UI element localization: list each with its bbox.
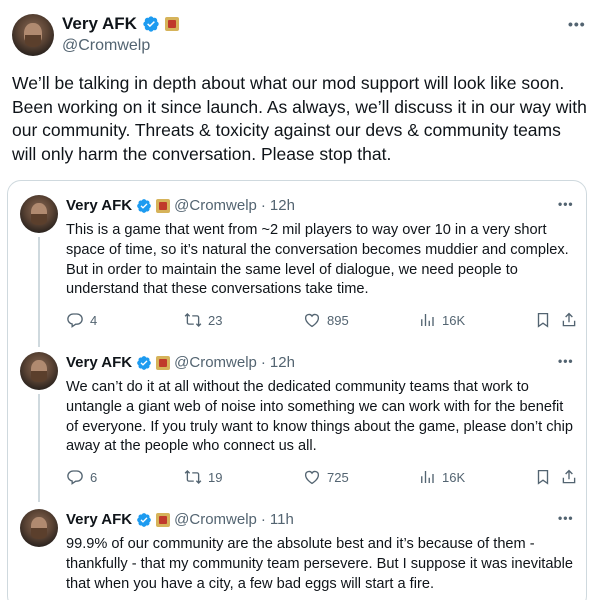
repost-count: 23	[208, 312, 223, 328]
author-name[interactable]: Very AFK	[66, 354, 132, 371]
tweet-text: This is a game that went from ~2 mil pla…	[66, 222, 569, 298]
reply-icon	[67, 313, 83, 328]
more-icon[interactable]: •••	[558, 511, 574, 525]
action-bar: 4 23 895 16K	[66, 311, 576, 331]
repost-count: 19	[208, 469, 223, 485]
avatar[interactable]	[12, 14, 54, 56]
verified-badge-icon	[143, 16, 159, 32]
reply-count: 6	[90, 469, 98, 485]
like-icon	[304, 470, 320, 485]
like-count: 725	[327, 469, 349, 485]
repost-icon	[184, 470, 202, 484]
author-name[interactable]: Very AFK	[66, 511, 132, 528]
author-name[interactable]: Very AFK	[62, 14, 137, 34]
more-icon[interactable]: •••	[558, 197, 574, 211]
thread-line	[38, 394, 40, 502]
repost-icon	[184, 313, 202, 327]
tweet-text: 99.9% of our community are the absolute …	[66, 536, 573, 592]
share-icon	[562, 312, 576, 327]
tweet-text: We’ll be talking in depth about what our…	[12, 73, 587, 164]
verified-badge-icon	[137, 198, 151, 213]
author-name[interactable]: Very AFK	[66, 197, 132, 214]
verified-badge-icon	[137, 512, 151, 527]
action-bar: 6 19 725 16K	[66, 468, 576, 488]
more-icon[interactable]: •••	[558, 354, 574, 368]
thread-box[interactable]: Very AFK @Cromwelp · 12h ••• This is a g…	[7, 180, 587, 600]
views-icon	[421, 471, 434, 483]
flair-badge-icon	[156, 512, 171, 527]
share-button[interactable]	[560, 311, 578, 329]
timestamp[interactable]: 11h	[270, 511, 294, 528]
reply-icon	[67, 470, 83, 485]
views-count: 16K	[442, 312, 466, 328]
bookmark-icon	[537, 312, 549, 328]
avatar[interactable]	[20, 509, 58, 547]
verified-badge-icon	[137, 355, 151, 370]
reply-button[interactable]: 6	[66, 468, 97, 486]
avatar[interactable]	[20, 195, 58, 233]
flair-badge-icon	[156, 355, 171, 370]
author-handle[interactable]: @Cromwelp	[62, 37, 150, 55]
views-button[interactable]: 16K	[418, 468, 465, 486]
timestamp[interactable]: 12h	[270, 354, 295, 371]
reply-count: 4	[90, 312, 98, 328]
author-row: Very AFK @Cromwelp · 12h	[66, 197, 295, 214]
author-handle[interactable]: @Cromwelp	[174, 511, 257, 528]
flair-badge-icon	[164, 17, 179, 31]
thread-tweet[interactable]: Very AFK @Cromwelp · 11h ••• 99.9% of ou…	[8, 495, 586, 600]
views-icon	[421, 314, 434, 326]
bookmark-icon	[537, 469, 549, 485]
thread-tweet[interactable]: Very AFK @Cromwelp · 12h ••• We can’t do…	[8, 338, 586, 502]
views-button[interactable]: 16K	[418, 311, 465, 329]
thread-tweet[interactable]: Very AFK @Cromwelp · 12h ••• This is a g…	[8, 181, 586, 349]
share-icon	[562, 469, 576, 484]
tweet-text: We can’t do it at all without the dedica…	[66, 379, 574, 455]
avatar[interactable]	[20, 352, 58, 390]
like-button[interactable]: 725	[303, 468, 349, 486]
more-icon[interactable]: •••	[568, 16, 586, 32]
thread-line	[38, 237, 40, 347]
author-handle[interactable]: @Cromwelp	[174, 197, 257, 214]
bookmark-button[interactable]	[534, 311, 552, 329]
author-row: Very AFK	[62, 14, 179, 34]
like-icon	[304, 313, 320, 328]
reply-button[interactable]: 4	[66, 311, 97, 329]
repost-button[interactable]: 23	[184, 311, 222, 329]
bookmark-button[interactable]	[534, 468, 552, 486]
like-count: 895	[327, 312, 349, 328]
views-count: 16K	[442, 469, 466, 485]
like-button[interactable]: 895	[303, 311, 349, 329]
author-row: Very AFK @Cromwelp · 12h	[66, 354, 295, 371]
share-button[interactable]	[560, 468, 578, 486]
flair-badge-icon	[156, 198, 171, 213]
timestamp[interactable]: 12h	[270, 197, 295, 214]
repost-button[interactable]: 19	[184, 468, 222, 486]
author-handle[interactable]: @Cromwelp	[174, 354, 257, 371]
author-row: Very AFK @Cromwelp · 11h	[66, 511, 294, 528]
